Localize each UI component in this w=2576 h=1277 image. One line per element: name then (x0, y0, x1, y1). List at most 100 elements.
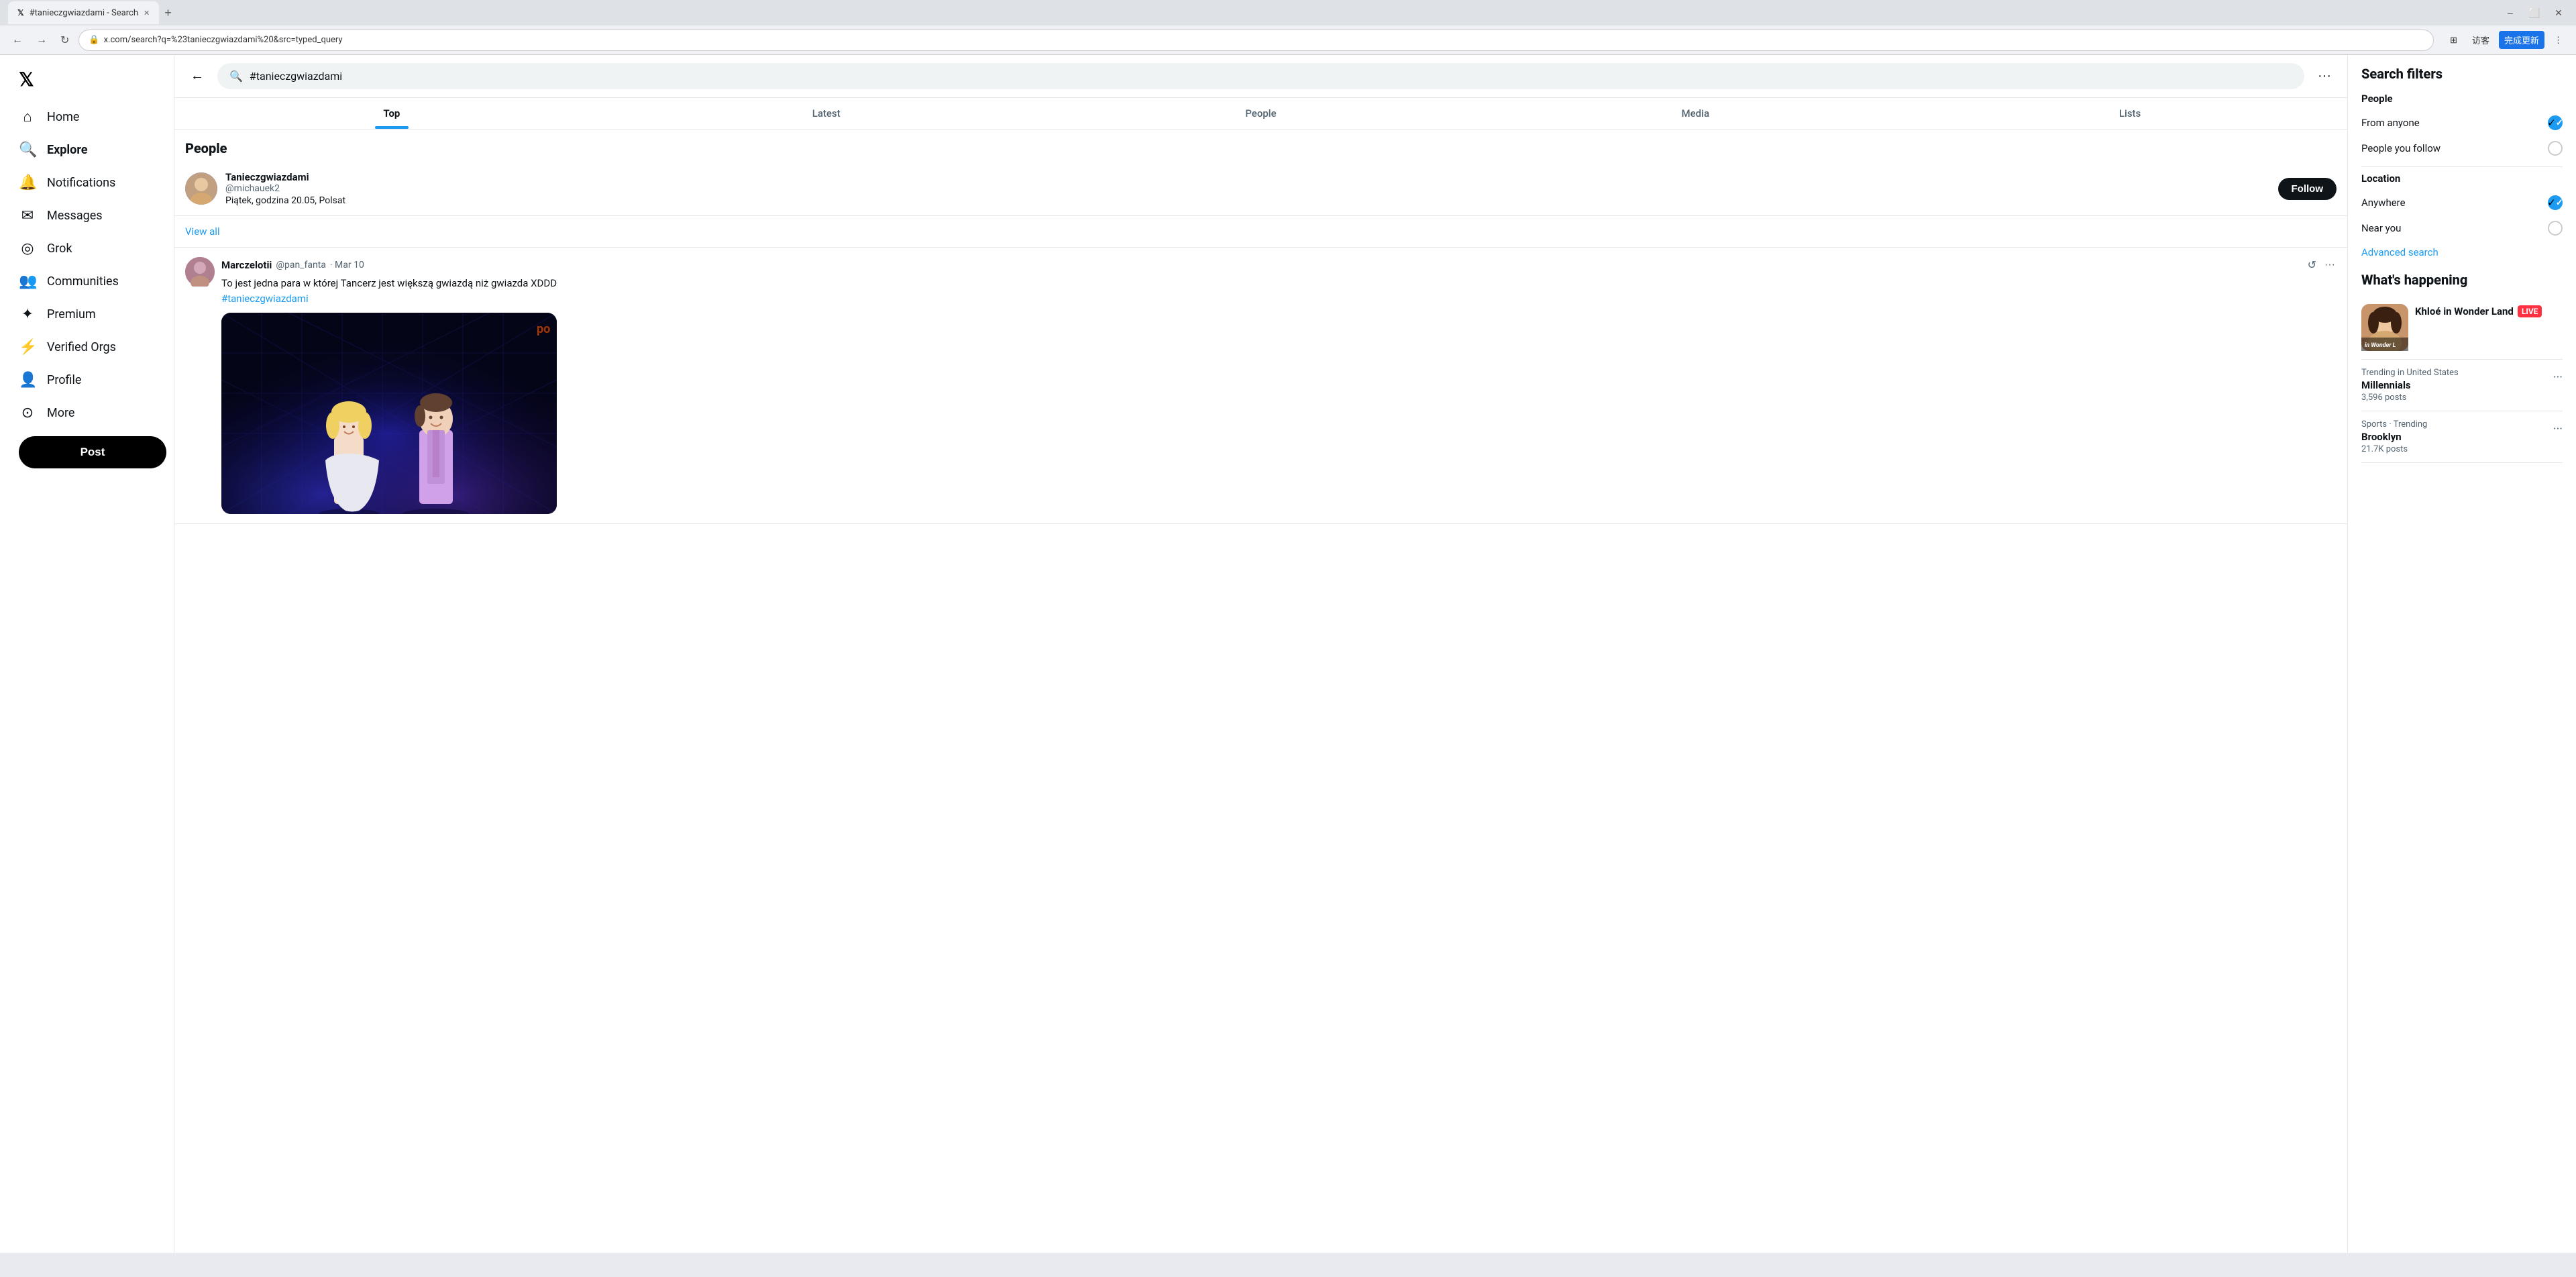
person-row: Tanieczgwiazdami @michauek2 Piątek, godz… (174, 162, 2347, 216)
tab-close-icon[interactable]: ✕ (144, 9, 150, 17)
content-area: People Tanieczgwiazdami @michauek2 Piąte… (174, 130, 2347, 524)
forward-nav-button[interactable]: → (32, 32, 51, 49)
maximize-button[interactable]: ⬜ (2525, 3, 2544, 22)
millennials-more-icon[interactable]: ··· (2553, 368, 2563, 385)
post-button[interactable]: Post (19, 436, 166, 468)
person-info: Tanieczgwiazdami @michauek2 Piątek, godz… (225, 171, 2270, 206)
tweet-top-actions: ↺ ··· (2306, 257, 2337, 273)
communities-icon: 👥 (19, 273, 36, 290)
tweet-content: Marczelotii @pan_fanta · Mar 10 ↺ ··· To… (221, 257, 2337, 514)
sidebar-label-more: More (47, 406, 74, 420)
tweet-hashtag[interactable]: #tanieczgwiazdami (221, 293, 309, 305)
sidebar-item-home[interactable]: ⌂ Home (11, 101, 163, 132)
sidebar-item-premium[interactable]: ✦ Premium (11, 299, 163, 329)
tweet-more-button[interactable]: ··· (2323, 257, 2337, 273)
search-more-button[interactable]: ··· (2312, 63, 2337, 89)
browser-titlebar: 𝕏 #tanieczgwiazdami - Search ✕ + – ⬜ ✕ (0, 0, 2576, 25)
anywhere-radio[interactable]: ✓ (2548, 195, 2563, 210)
search-bar[interactable]: 🔍 #tanieczgwiazdami (217, 63, 2304, 89)
trending-item-millennials[interactable]: Trending in United States Millennials 3,… (2361, 360, 2563, 411)
tab-latest[interactable]: Latest (609, 98, 1044, 129)
people-you-follow-label: People you follow (2361, 142, 2440, 154)
tab-people[interactable]: People (1044, 98, 1479, 129)
millennials-count: 3,596 posts (2361, 393, 2553, 403)
near-you-radio[interactable] (2548, 221, 2563, 236)
minimize-button[interactable]: – (2501, 3, 2520, 22)
tab-media[interactable]: Media (1478, 98, 1913, 129)
brooklyn-info: Sports · Trending Brooklyn 21.7K posts (2361, 419, 2553, 454)
right-sidebar: Search filters People From anyone ✓ Peop… (2348, 55, 2576, 1253)
url-text: x.com/search?q=%23tanieczgwiazdami%20&sr… (104, 35, 2424, 45)
back-nav-button[interactable]: ← (8, 32, 27, 49)
near-you-label: Near you (2361, 222, 2401, 234)
sidebar-item-explore[interactable]: 🔍 Explore (11, 135, 163, 165)
person-name: Tanieczgwiazdami (225, 171, 2270, 183)
translate-button[interactable]: ⊞ (2445, 32, 2463, 48)
brooklyn-more-icon[interactable]: ··· (2553, 419, 2563, 436)
retweet-indicator-button[interactable]: ↺ (2306, 257, 2318, 273)
trending-item-khloe[interactable]: in Wonder L Khloé in Wonder Land LIVE (2361, 296, 2563, 360)
complete-update-button[interactable]: 完成更新 (2499, 31, 2544, 49)
x-logo[interactable]: 𝕏 (11, 63, 163, 96)
filter-divider (2361, 166, 2563, 167)
home-icon: ⌂ (19, 108, 36, 125)
visitor-button[interactable]: 访客 (2467, 31, 2495, 49)
follow-button[interactable]: Follow (2278, 178, 2337, 200)
people-you-follow-radio[interactable] (2548, 141, 2563, 156)
from-anyone-option[interactable]: From anyone ✓ (2361, 110, 2563, 136)
address-bar[interactable]: 🔒 x.com/search?q=%23tanieczgwiazdami%20&… (78, 30, 2434, 51)
browser-tab-active[interactable]: 𝕏 #tanieczgwiazdami - Search ✕ (8, 1, 159, 24)
anywhere-option[interactable]: Anywhere ✓ (2361, 190, 2563, 215)
browser-actions: ⊞ 访客 完成更新 ⋮ (2445, 31, 2568, 49)
whats-happening-section: What's happening in Wonder L (2361, 272, 2563, 463)
khloe-thumbnail: in Wonder L (2361, 304, 2408, 351)
sidebar-item-profile[interactable]: 👤 Profile (11, 365, 163, 395)
search-query-text: #tanieczgwiazdami (250, 70, 2292, 83)
svg-text:in Wonder L: in Wonder L (2365, 342, 2396, 349)
sidebar-label-profile: Profile (47, 373, 81, 387)
sidebar-item-grok[interactable]: ◎ Grok (11, 234, 163, 264)
tab-x-icon: 𝕏 (17, 8, 24, 17)
new-tab-button[interactable]: + (162, 3, 174, 23)
sidebar-item-notifications[interactable]: 🔔 Notifications (11, 168, 163, 198)
trending-item-brooklyn[interactable]: Sports · Trending Brooklyn 21.7K posts ·… (2361, 411, 2563, 463)
people-section: People Tanieczgwiazdami @michauek2 Piąte… (174, 130, 2347, 248)
khloe-trending-info: Khloé in Wonder Land LIVE (2415, 304, 2563, 351)
app-container: 𝕏 ⌂ Home 🔍 Explore 🔔 Notifications ✉ Mes… (0, 55, 2576, 1253)
tab-top[interactable]: Top (174, 98, 609, 129)
filter-title: Search filters (2361, 66, 2563, 82)
advanced-search-link[interactable]: Advanced search (2361, 246, 2563, 258)
sidebar-item-verified-orgs[interactable]: ⚡ Verified Orgs (11, 332, 163, 362)
back-button[interactable]: ← (185, 63, 209, 89)
search-bar-icon: 🔍 (229, 70, 243, 83)
search-icon: 🔍 (19, 142, 36, 158)
person-icon: 👤 (19, 372, 36, 389)
people-filter-heading: People (2361, 93, 2563, 105)
near-you-option[interactable]: Near you (2361, 215, 2563, 241)
sidebar-item-more[interactable]: ⊙ More (11, 398, 163, 428)
browser-more-button[interactable]: ⋮ (2548, 32, 2568, 48)
sidebar-item-communities[interactable]: 👥 Communities (11, 266, 163, 297)
khloe-trending-name: Khloé in Wonder Land (2415, 305, 2514, 317)
close-button[interactable]: ✕ (2549, 3, 2568, 22)
view-all-link[interactable]: View all (174, 216, 2347, 248)
tweet-text: To jest jedna para w której Tancerz jest… (221, 276, 2337, 306)
from-anyone-label: From anyone (2361, 117, 2420, 129)
brooklyn-category: Sports · Trending (2361, 419, 2553, 429)
brooklyn-name: Brooklyn (2361, 431, 2553, 443)
search-tabs: Top Latest People Media Lists (174, 98, 2347, 130)
envelope-icon: ✉ (19, 207, 36, 224)
refresh-button[interactable]: ↻ (56, 31, 73, 50)
tweet-item: Marczelotii @pan_fanta · Mar 10 ↺ ··· To… (174, 248, 2347, 524)
sidebar-label-communities: Communities (47, 274, 119, 289)
browser-chrome: 𝕏 #tanieczgwiazdami - Search ✕ + – ⬜ ✕ ←… (0, 0, 2576, 55)
tweet-date: · Mar 10 (330, 260, 364, 270)
people-you-follow-option[interactable]: People you follow (2361, 136, 2563, 161)
sidebar-label-home: Home (47, 110, 79, 124)
from-anyone-radio[interactable]: ✓ (2548, 115, 2563, 130)
tab-lists[interactable]: Lists (1913, 98, 2347, 129)
live-badge: LIVE (2518, 305, 2542, 317)
tweet-image: po (221, 313, 557, 514)
tweet-author-handle: @pan_fanta (276, 260, 326, 270)
sidebar-item-messages[interactable]: ✉ Messages (11, 201, 163, 231)
